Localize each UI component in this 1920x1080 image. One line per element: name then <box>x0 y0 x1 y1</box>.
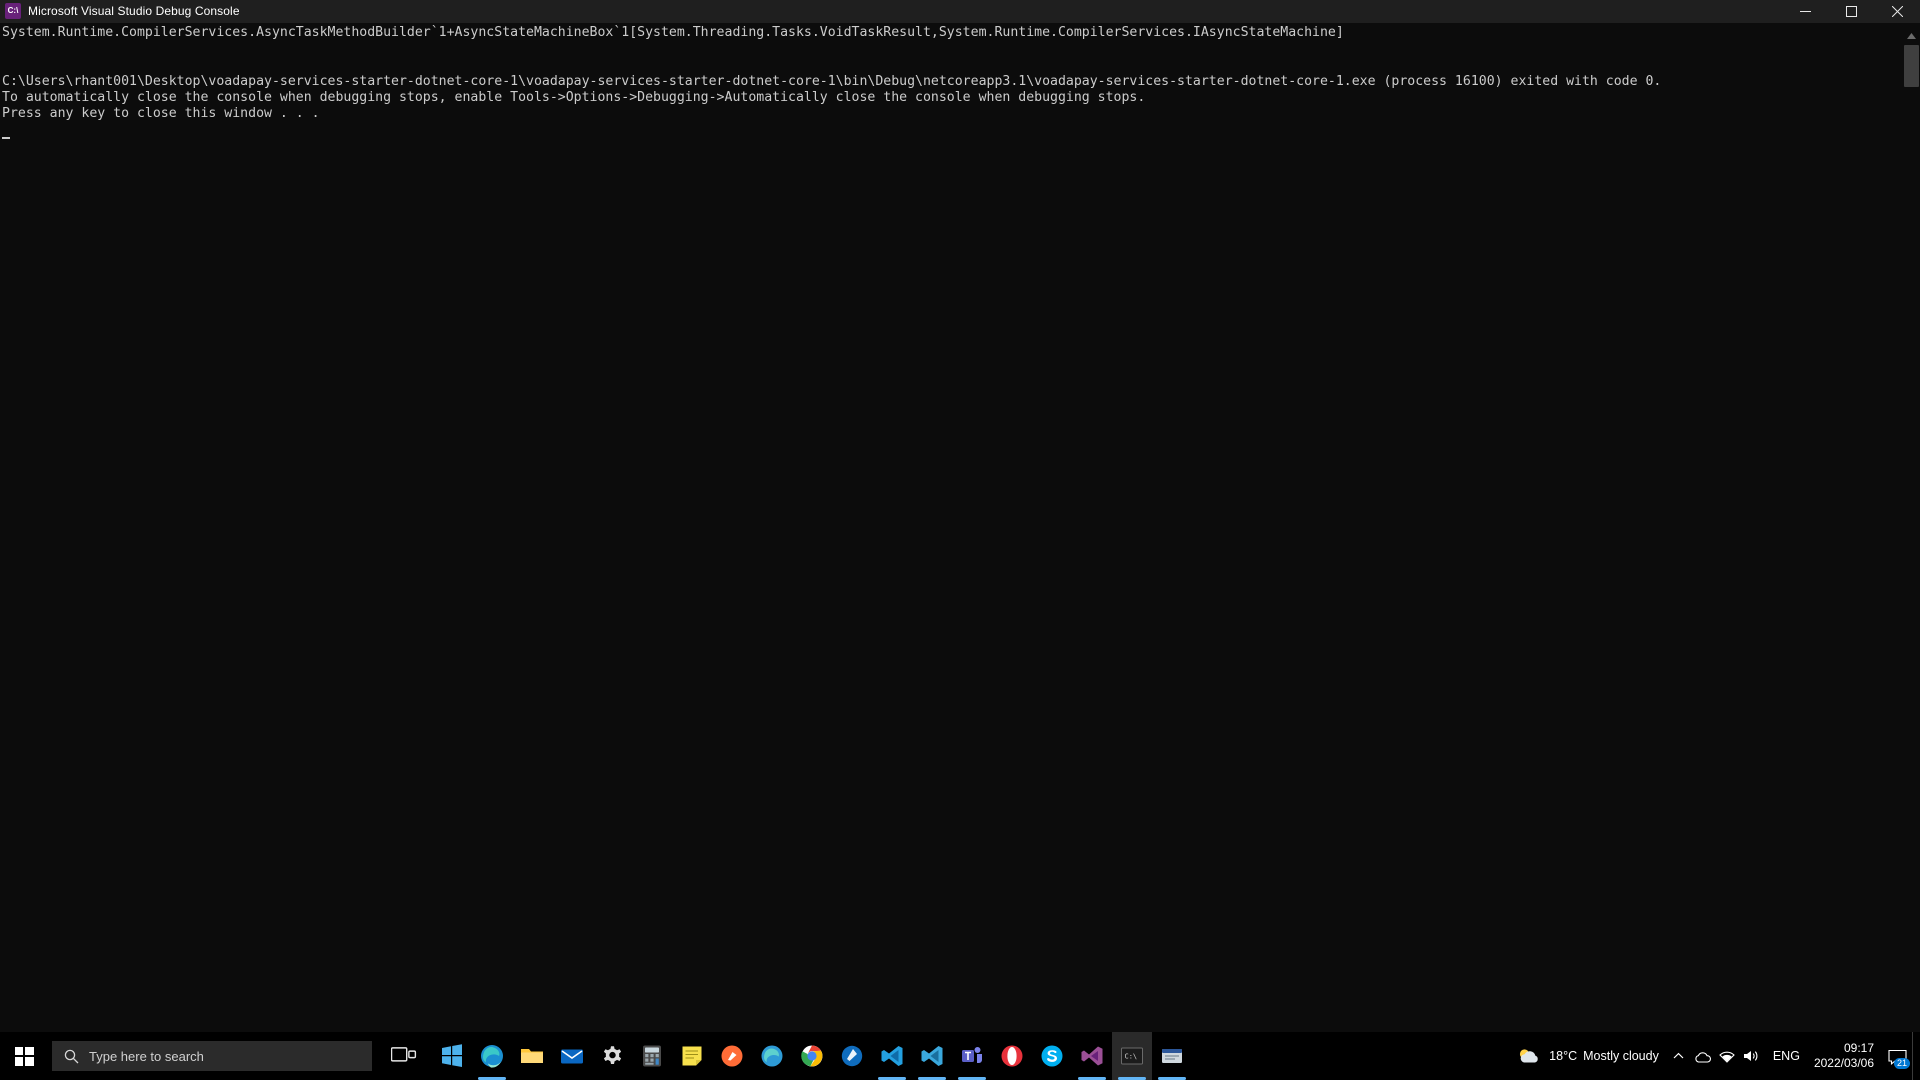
system-tray: 18°C Mostly cloudy ENG 09:17 2022/03/06 … <box>1512 1032 1920 1080</box>
taskbar-item-google-chrome[interactable] <box>792 1032 832 1080</box>
taskbar-clock[interactable]: 09:17 2022/03/06 <box>1810 1041 1884 1071</box>
taskbar-item-microsoft-store[interactable] <box>432 1032 472 1080</box>
chevron-up-icon[interactable] <box>1667 1032 1691 1080</box>
console-line: System.Runtime.CompilerServices.AsyncTas… <box>2 25 1344 40</box>
console-line: Press any key to close this window . . . <box>2 106 320 122</box>
taskbar-item-azure-data-studio[interactable] <box>832 1032 872 1080</box>
taskbar-item-mail[interactable] <box>552 1032 592 1080</box>
scrollbar-thumb[interactable] <box>1904 45 1919 87</box>
taskbar-item-visual-studio-code[interactable] <box>872 1032 912 1080</box>
taskbar-item-file-explorer[interactable] <box>512 1032 552 1080</box>
console-cursor-line <box>2 123 1920 140</box>
tray-icon-group: ENG <box>1667 1032 1810 1080</box>
minimize-button[interactable] <box>1782 0 1828 23</box>
taskbar-item-microsoft-edge-dev[interactable] <box>752 1032 792 1080</box>
taskbar-item-vscode-insiders[interactable] <box>912 1032 952 1080</box>
show-desktop-button[interactable] <box>1912 1032 1920 1080</box>
clock-date: 2022/03/06 <box>1813 1056 1874 1070</box>
close-button[interactable] <box>1874 0 1920 23</box>
taskbar-item-settings[interactable] <box>592 1032 632 1080</box>
search-placeholder-text: Type here to search <box>89 1048 204 1064</box>
onedrive-icon[interactable] <box>1691 1032 1715 1080</box>
window-titlebar[interactable]: C:\ Microsoft Visual Studio Debug Consol… <box>0 0 1920 23</box>
taskbar-app-list: C:\ <box>432 1032 1192 1080</box>
taskbar-item-opera[interactable] <box>992 1032 1032 1080</box>
console-scrollbar[interactable] <box>1903 23 1920 1047</box>
taskbar-item-postman[interactable] <box>712 1032 752 1080</box>
window-controls <box>1782 0 1920 23</box>
taskbar-item-microsoft-edge[interactable] <box>472 1032 512 1080</box>
taskbar-item-visual-studio[interactable] <box>1072 1032 1112 1080</box>
taskbar-item-debug-console[interactable]: C:\ <box>1112 1032 1152 1080</box>
start-button[interactable] <box>0 1032 48 1080</box>
taskbar-item-microsoft-teams[interactable] <box>952 1032 992 1080</box>
taskbar-item-skype[interactable] <box>1032 1032 1072 1080</box>
windows-taskbar: Type here to search C:\ 18°C Mostly clou… <box>0 1032 1920 1080</box>
visual-studio-console-icon: C:\ <box>5 3 21 19</box>
windows-logo-icon <box>14 1046 34 1066</box>
task-view-button[interactable] <box>384 1032 424 1080</box>
console-line: C:\Users\rhant001\Desktop\voadapay-servi… <box>2 73 1662 89</box>
clock-time: 09:17 <box>1843 1041 1874 1055</box>
console-line: To automatically close the console when … <box>2 90 1146 106</box>
volume-icon[interactable] <box>1739 1032 1763 1080</box>
notification-count-badge: 21 <box>1893 1058 1910 1069</box>
weather-widget[interactable]: 18°C Mostly cloudy <box>1512 1032 1667 1080</box>
maximize-button[interactable] <box>1828 0 1874 23</box>
console-output-area[interactable]: System.Runtime.CompilerServices.AsyncTas… <box>0 23 1920 1047</box>
search-input[interactable]: Type here to search <box>52 1041 372 1071</box>
network-icon[interactable] <box>1715 1032 1739 1080</box>
taskbar-item-sql-server-mgmt[interactable] <box>1152 1032 1192 1080</box>
svg-text:C:\: C:\ <box>1125 1053 1138 1061</box>
cloudy-icon <box>1516 1046 1542 1066</box>
notification-center-button[interactable]: 21 <box>1884 1032 1910 1080</box>
search-icon <box>64 1049 79 1064</box>
desktop-root: C:\ Microsoft Visual Studio Debug Consol… <box>0 0 1920 1080</box>
taskbar-item-sticky-notes[interactable] <box>672 1032 712 1080</box>
text-cursor <box>2 137 10 140</box>
weather-condition: Mostly cloudy <box>1583 1049 1659 1063</box>
scroll-up-arrow-icon[interactable] <box>1903 27 1920 44</box>
taskbar-item-calculator[interactable] <box>632 1032 672 1080</box>
window-title: Microsoft Visual Studio Debug Console <box>28 4 240 18</box>
weather-temperature: 18°C <box>1549 1049 1578 1063</box>
language-indicator[interactable]: ENG <box>1763 1049 1810 1063</box>
